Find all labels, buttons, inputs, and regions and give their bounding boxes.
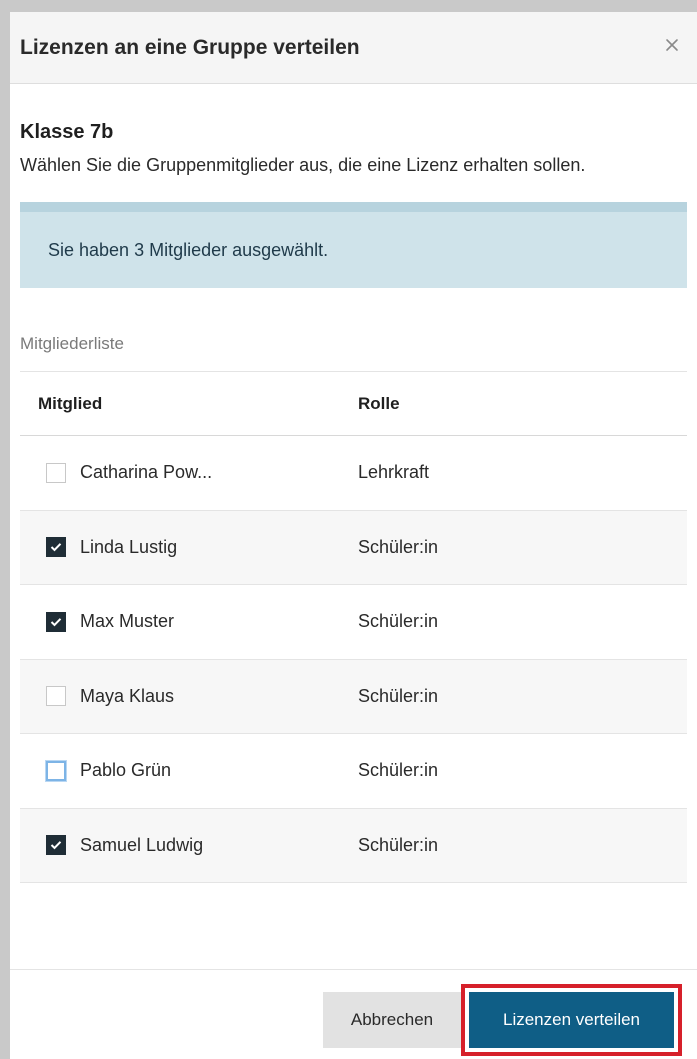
member-role: Schüler:in [358, 760, 439, 781]
checkmark-icon [50, 543, 62, 552]
member-checkbox[interactable] [46, 760, 66, 781]
group-description: Wählen Sie die Gruppenmitglieder aus, di… [20, 155, 586, 175]
column-header-role: Rolle [358, 393, 400, 413]
dialog-title: Lizenzen an eine Gruppe verteilen [20, 35, 360, 59]
member-cell: Catharina Pow... [20, 462, 358, 483]
table-row[interactable]: Pablo Grün Schüler:in [20, 734, 687, 809]
table-row[interactable]: Linda Lustig Schüler:in [20, 510, 687, 585]
member-name: Catharina Pow... [80, 462, 213, 483]
member-checkbox[interactable] [46, 462, 66, 483]
member-checkbox[interactable] [46, 537, 66, 558]
member-cell: Samuel Ludwig [20, 835, 358, 856]
member-name: Samuel Ludwig [80, 834, 204, 855]
distribute-licenses-dialog: Lizenzen an eine Gruppe verteilen Klasse… [10, 12, 697, 1059]
table-row[interactable]: Catharina Pow... Lehrkraft [20, 436, 687, 511]
member-list-label: Mitgliederliste [20, 334, 687, 372]
member-cell: Linda Lustig [20, 537, 358, 558]
selection-info-text: Sie haben 3 Mitglieder ausgewählt. [48, 239, 329, 260]
member-name: Max Muster [80, 611, 175, 632]
dialog-body: Klasse 7b Wählen Sie die Gruppenmitglied… [10, 121, 697, 883]
table-row[interactable]: Max Muster Schüler:in [20, 585, 687, 660]
column-header-member: Mitglied [38, 393, 103, 413]
dialog-footer: Abbrechen Lizenzen verteilen [10, 969, 697, 1059]
table-row[interactable]: Samuel Ludwig Schüler:in [20, 808, 687, 883]
checkmark-icon [50, 841, 62, 850]
member-name: Pablo Grün [80, 760, 172, 781]
member-cell: Maya Klaus [20, 686, 358, 707]
member-role: Schüler:in [358, 685, 439, 706]
member-cell: Max Muster [20, 611, 358, 632]
member-checkbox[interactable] [46, 835, 66, 856]
group-name: Klasse 7b [20, 121, 114, 143]
member-role: Schüler:in [358, 536, 439, 557]
member-checkbox[interactable] [46, 611, 66, 632]
cancel-button[interactable]: Abbrechen [323, 992, 461, 1048]
dialog-header: Lizenzen an eine Gruppe verteilen [10, 12, 697, 84]
selection-info-banner: Sie haben 3 Mitglieder ausgewählt. [20, 202, 687, 288]
member-table-body: Catharina Pow... Lehrkraft Linda Lustig Sch… [20, 436, 687, 883]
close-icon[interactable] [665, 38, 681, 54]
checkmark-icon [50, 617, 62, 627]
member-table-header: Mitglied Rolle [20, 372, 687, 436]
member-checkbox[interactable] [46, 686, 66, 707]
distribute-licenses-button[interactable]: Lizenzen verteilen [469, 992, 674, 1048]
member-name: Maya Klaus [80, 685, 175, 706]
member-cell: Pablo Grün [20, 760, 358, 781]
member-role: Lehrkraft [358, 462, 430, 483]
table-row[interactable]: Maya Klaus Schüler:in [20, 659, 687, 734]
member-role: Schüler:in [358, 611, 439, 632]
member-name: Linda Lustig [80, 536, 178, 557]
member-role: Schüler:in [358, 834, 439, 855]
